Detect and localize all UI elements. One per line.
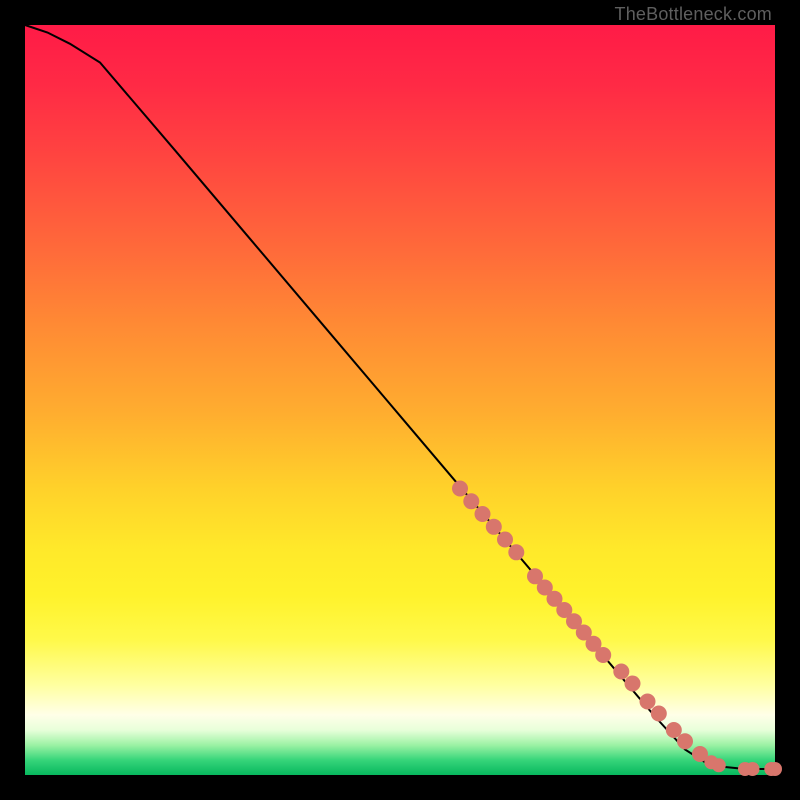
data-point <box>486 519 502 535</box>
data-point <box>746 762 760 776</box>
data-point <box>497 532 513 548</box>
scatter-points <box>452 481 782 777</box>
data-point <box>768 762 782 776</box>
chart-root: TheBottleneck.com <box>0 0 800 800</box>
data-point <box>595 647 611 663</box>
data-point <box>475 506 491 522</box>
data-point <box>625 676 641 692</box>
data-point <box>463 493 479 509</box>
data-point <box>640 694 656 710</box>
bottleneck-curve <box>25 25 775 769</box>
data-point <box>452 481 468 497</box>
chart-overlay <box>25 25 775 775</box>
data-point <box>613 664 629 680</box>
data-point <box>712 758 726 772</box>
attribution-label: TheBottleneck.com <box>615 4 772 25</box>
data-point <box>677 733 693 749</box>
data-point <box>651 706 667 722</box>
data-point <box>508 544 524 560</box>
